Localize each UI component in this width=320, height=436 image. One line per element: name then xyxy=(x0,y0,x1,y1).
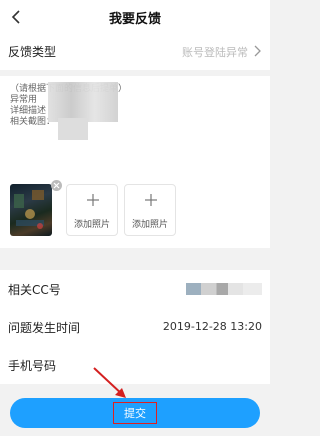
phone-number-label: 手机号码 xyxy=(8,359,57,373)
page-title: 我要反馈 xyxy=(108,12,161,27)
issue-time-value: 2019-12-28 13:20 xyxy=(162,320,262,333)
add-photo-button[interactable]: 添加照片 xyxy=(124,184,176,236)
photo-section: 添加照片 添加照片 xyxy=(0,176,270,248)
redaction-blur xyxy=(48,82,118,122)
feedback-type-row[interactable]: 反馈类型 账号登陆异常 xyxy=(0,32,270,70)
issue-time-row[interactable]: 问题发生时间 2019-12-28 13:20 xyxy=(0,308,270,346)
add-photo-button[interactable]: 添加照片 xyxy=(66,184,118,236)
issue-time-label: 问题发生时间 xyxy=(8,321,81,335)
submit-button-label: 提交 xyxy=(113,402,157,424)
top-bar: 我要反馈 xyxy=(0,0,270,34)
game-screenshot-image xyxy=(14,190,44,229)
add-photo-label: 添加照片 xyxy=(73,220,110,230)
screenshot-thumbnail[interactable] xyxy=(10,184,52,236)
plus-icon xyxy=(145,194,157,206)
add-photo-label: 添加照片 xyxy=(131,220,168,230)
annotation-arrow-icon xyxy=(93,367,126,398)
feedback-type-value: 账号登陆异常 xyxy=(182,46,248,59)
chevron-right-icon xyxy=(254,45,261,57)
cc-number-label: 相关CC号 xyxy=(8,283,61,297)
close-icon xyxy=(53,182,60,189)
description-field[interactable]: （请根据下面的信息后提单） 异常用 详细描述 相关截图： xyxy=(0,76,270,176)
submit-button[interactable]: 提交 xyxy=(10,398,260,428)
phone-number-row[interactable]: 手机号码 xyxy=(0,346,270,384)
section-gap xyxy=(0,248,270,262)
cc-number-row[interactable]: 相关CC号 xyxy=(0,270,270,308)
feedback-type-label: 反馈类型 xyxy=(8,45,57,59)
redaction-blur xyxy=(58,118,88,140)
plus-icon xyxy=(87,194,99,206)
redaction-blur xyxy=(186,283,262,295)
remove-photo-button[interactable] xyxy=(51,180,62,191)
